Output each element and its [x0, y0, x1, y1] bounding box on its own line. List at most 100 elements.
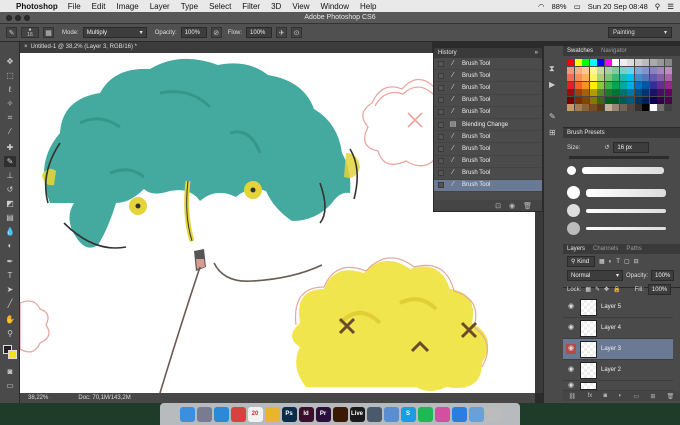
layer-filter-select[interactable]: ⚲ Kind [567, 256, 595, 267]
color-swatch[interactable] [657, 81, 664, 89]
color-swatch[interactable] [604, 89, 612, 96]
color-swatch[interactable] [642, 96, 649, 104]
menu-file[interactable]: File [68, 2, 81, 11]
history-source-checkbox[interactable] [438, 84, 444, 91]
color-swatch[interactable] [642, 59, 649, 66]
brush-preset-row[interactable] [567, 166, 664, 175]
trash-icon[interactable]: 🗑 [523, 202, 532, 210]
menu-view[interactable]: View [292, 2, 309, 11]
color-swatch[interactable] [604, 66, 612, 74]
color-swatch[interactable] [649, 96, 657, 104]
reset-size-icon[interactable]: ↺ [604, 144, 609, 151]
color-swatch[interactable] [597, 96, 604, 104]
link-layers-icon[interactable]: ⛓ [569, 393, 577, 400]
brush-size-slider[interactable] [569, 156, 669, 159]
workspace-select[interactable]: Painting ▾ [608, 27, 672, 38]
color-swatch[interactable] [657, 96, 664, 104]
color-swatch[interactable] [574, 81, 582, 89]
history-row[interactable]: ⁄ Brush Tool [434, 168, 542, 180]
spotify-icon[interactable] [417, 406, 433, 422]
color-swatch[interactable] [664, 66, 672, 74]
color-swatch[interactable] [567, 59, 574, 66]
brush-preset-row[interactable] [567, 204, 666, 217]
color-swatch[interactable] [627, 96, 634, 104]
mode-select[interactable]: Multiply ▾ [82, 27, 147, 38]
color-swatch[interactable] [664, 81, 672, 89]
color-swatch[interactable] [574, 66, 582, 74]
zoom-window-button[interactable] [24, 15, 30, 21]
color-swatch[interactable] [627, 104, 634, 111]
color-swatch[interactable] [642, 104, 649, 111]
color-swatch[interactable] [604, 74, 612, 81]
quick-mask-icon[interactable]: ◙ [4, 366, 16, 377]
path-select-tool-icon[interactable]: ➤ [4, 284, 16, 295]
document-close-icon[interactable]: × [24, 44, 28, 50]
color-swatch[interactable] [582, 104, 589, 111]
flow-input[interactable]: 100% [246, 27, 273, 38]
actions-panel-icon[interactable]: ▶ [549, 80, 559, 90]
safari-icon[interactable] [213, 406, 229, 422]
layer-opacity-input[interactable]: 100% [651, 270, 675, 281]
document-info[interactable]: Doc: 70,1M/143,2M [78, 395, 130, 401]
crop-tool-icon[interactable]: ⌗ [4, 112, 16, 123]
filter-type-icon[interactable]: T [616, 259, 620, 265]
color-swatch[interactable] [604, 96, 612, 104]
color-swatch[interactable] [567, 89, 574, 96]
lock-transparent-icon[interactable]: ▦ [585, 286, 591, 293]
illustrator-icon[interactable] [332, 406, 348, 422]
color-swatch[interactable] [582, 59, 589, 66]
brush-size-picker[interactable]: ● 16 [21, 27, 39, 38]
new-document-from-state-icon[interactable]: ⊡ [495, 202, 501, 210]
panel-collapse-icon[interactable]: » [535, 48, 538, 58]
stamp-tool-icon[interactable]: ⊥ [4, 170, 16, 181]
pressure-size-icon[interactable]: ⊙ [291, 27, 303, 38]
color-swatch[interactable] [582, 96, 589, 104]
color-swatch[interactable] [567, 104, 574, 111]
screen-mode-icon[interactable]: ▭ [4, 380, 16, 391]
history-source-checkbox[interactable] [438, 145, 444, 152]
snapshot-icon[interactable]: ◉ [509, 202, 515, 210]
color-swatch[interactable] [627, 59, 634, 66]
history-source-checkbox[interactable] [438, 97, 444, 104]
layers-tab[interactable]: Layers [567, 244, 585, 254]
history-row[interactable]: ⁄ Brush Tool [434, 70, 542, 83]
visibility-eye-icon[interactable]: ◉ [566, 381, 576, 391]
color-swatch[interactable] [657, 104, 664, 111]
color-swatch[interactable] [657, 59, 664, 66]
color-swatch[interactable] [567, 96, 574, 104]
color-swatch[interactable] [619, 74, 627, 81]
color-swatch[interactable] [649, 81, 657, 89]
dodge-tool-icon[interactable]: ◐ [4, 240, 16, 251]
filter-adjustment-icon[interactable]: ◐ [609, 259, 613, 265]
brush-tool-icon[interactable]: ✎ [6, 27, 17, 38]
color-swatch[interactable] [619, 89, 627, 96]
eyedropper-tool-icon[interactable]: ⁄ [4, 126, 16, 137]
color-swatch[interactable] [649, 59, 657, 66]
color-swatch[interactable] [619, 104, 627, 111]
brush-tool-icon[interactable]: ✎ [4, 156, 16, 167]
color-swatches-fg-bg[interactable] [3, 345, 18, 360]
mail-icon[interactable] [230, 406, 246, 422]
new-group-icon[interactable]: ▭ [633, 393, 639, 400]
eraser-tool-icon[interactable]: ◩ [4, 198, 16, 209]
battery-label[interactable]: 88% [552, 2, 567, 11]
color-swatch[interactable] [657, 66, 664, 74]
color-swatch[interactable] [619, 96, 627, 104]
color-swatch[interactable] [574, 59, 582, 66]
type-tool-icon[interactable]: T [4, 270, 16, 281]
visibility-eye-icon[interactable]: ◉ [566, 344, 576, 354]
color-swatch[interactable] [582, 81, 589, 89]
color-swatch[interactable] [597, 81, 604, 89]
history-row[interactable]: ⁄ Brush Tool [434, 156, 542, 168]
filter-shape-icon[interactable]: ▢ [624, 258, 630, 265]
premiere-icon[interactable]: Pr [315, 406, 331, 422]
launchpad-icon[interactable] [196, 406, 212, 422]
filter-pixel-icon[interactable]: ▦ [599, 258, 605, 265]
photoshop-icon[interactable]: Ps [281, 406, 297, 422]
quick-select-tool-icon[interactable]: ✧ [4, 98, 16, 109]
pressure-opacity-icon[interactable]: ⊘ [210, 27, 222, 38]
marquee-tool-icon[interactable]: ⬚ [4, 70, 16, 81]
color-swatch[interactable] [627, 74, 634, 81]
color-swatch[interactable] [619, 66, 627, 74]
layer-style-icon[interactable]: fx [588, 393, 593, 399]
